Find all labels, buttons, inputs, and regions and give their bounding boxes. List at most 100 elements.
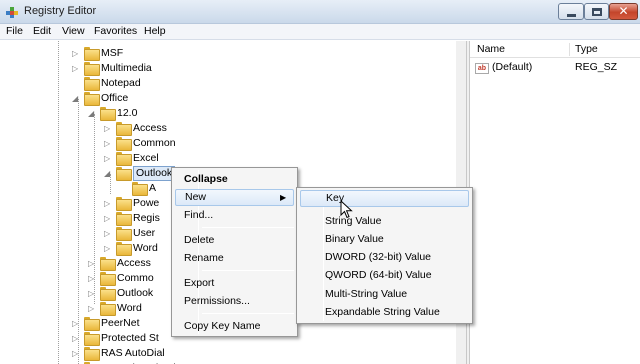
menu-item-copy-key-name[interactable]: Copy Key Name (175, 318, 294, 335)
tree-item-label: Common (133, 137, 176, 149)
tree-expander-icon[interactable] (72, 78, 81, 89)
tree-item-label: Protected St (101, 332, 159, 344)
menu-item-permissions[interactable]: Permissions... (175, 293, 294, 310)
tree-expander-icon[interactable]: ◢ (72, 93, 81, 104)
context-menu: Collapse New ▶ Find... Delete Rename Exp… (171, 167, 298, 337)
minimize-icon (567, 14, 576, 17)
menu-bar: File Edit View Favorites Help (0, 24, 640, 40)
submenu-item-multi-string-value[interactable]: Multi-String Value (300, 286, 469, 303)
folder-icon (116, 167, 132, 181)
tree-item-label: Word (117, 302, 142, 314)
menu-view[interactable]: View (62, 25, 85, 37)
submenu-item-expandable-string-value[interactable]: Expandable String Value (300, 304, 469, 321)
tree-item-label: Office (101, 92, 129, 104)
tree-expander-icon[interactable]: ▷ (104, 123, 113, 134)
tree-expander-icon[interactable]: ▷ (88, 273, 97, 284)
tree-expander-icon[interactable]: ▷ (104, 243, 113, 254)
folder-icon (100, 107, 116, 121)
menu-separator (202, 270, 294, 271)
folder-icon (84, 77, 100, 91)
folder-icon (84, 92, 100, 106)
menu-item-find[interactable]: Find... (175, 207, 294, 224)
tree-expander-icon[interactable]: ▷ (72, 348, 81, 359)
tree-expander-icon[interactable]: ▷ (72, 318, 81, 329)
column-name-header[interactable]: Name (477, 41, 505, 58)
tree-expander-icon[interactable]: ▷ (72, 63, 81, 74)
menu-separator (202, 313, 294, 314)
values-pane[interactable]: Name Type ab (Default) REG_SZ (470, 41, 640, 364)
tree-expander-icon[interactable]: ▷ (104, 228, 113, 239)
tree-expander-icon[interactable]: ◢ (88, 108, 97, 119)
column-separator[interactable] (569, 43, 570, 56)
menu-item-export[interactable]: Export (175, 275, 294, 292)
tree-expander-icon[interactable]: ▷ (88, 303, 97, 314)
new-submenu: Key String Value Binary Value DWORD (32-… (296, 187, 473, 324)
close-button[interactable]: ✕ (609, 3, 638, 20)
submenu-item-key[interactable]: Key (300, 190, 469, 207)
menu-item-rename[interactable]: Rename (175, 250, 294, 267)
folder-icon (116, 197, 132, 211)
folder-icon (100, 272, 116, 286)
tree-item-label: Regis (133, 212, 160, 224)
folder-icon (116, 212, 132, 226)
menu-favorites[interactable]: Favorites (94, 25, 137, 37)
tree-item-label: Commo (117, 272, 154, 284)
tree-item-label: A (149, 182, 157, 194)
submenu-item-string-value[interactable]: String Value (300, 213, 469, 230)
tree-item-label: Excel (133, 152, 159, 164)
tree-connector-line (58, 41, 59, 364)
folder-icon (116, 122, 132, 136)
title-bar: Registry Editor ✕ (0, 0, 640, 24)
submenu-arrow-icon: ▶ (280, 193, 287, 202)
folder-icon (100, 287, 116, 301)
tree-expander-icon[interactable]: ▷ (104, 213, 113, 224)
folder-icon (84, 317, 100, 331)
maximize-icon (592, 8, 602, 16)
value-type: REG_SZ (575, 61, 618, 73)
mouse-cursor-icon (340, 200, 353, 219)
submenu-item-dword-value[interactable]: DWORD (32-bit) Value (300, 249, 469, 266)
tree-expander-icon[interactable]: ▷ (88, 258, 97, 269)
submenu-item-binary-value[interactable]: Binary Value (300, 231, 469, 248)
string-value-icon: ab (475, 63, 489, 74)
tree-item-label: Word (133, 242, 158, 254)
tree-expander-icon[interactable]: ◢ (104, 168, 113, 179)
menu-item-new-label: New (185, 191, 207, 203)
maximize-button[interactable] (584, 3, 609, 20)
tree-item-label: Multimedia (101, 62, 152, 74)
tree-expander-icon[interactable] (120, 183, 129, 194)
tree-item-label: Outlook (117, 287, 154, 299)
column-type-header[interactable]: Type (575, 41, 598, 58)
values-header: Name Type (470, 41, 640, 58)
tree-item-label-selected: Outlook (133, 166, 176, 181)
folder-icon (100, 257, 116, 271)
folder-icon (84, 347, 100, 361)
menu-help[interactable]: Help (144, 25, 166, 37)
tree-item-label: Access (117, 257, 151, 269)
tree-expander-icon[interactable]: ▷ (72, 333, 81, 344)
tree-item-label: Access (133, 122, 167, 134)
menu-item-new[interactable]: New ▶ (175, 189, 294, 206)
tree-expander-icon[interactable]: ▷ (104, 198, 113, 209)
tree-item-label: PeerNet (101, 317, 140, 329)
folder-icon (116, 227, 132, 241)
folder-icon (84, 332, 100, 346)
close-icon: ✕ (618, 4, 629, 18)
tree-expander-icon[interactable]: ▷ (72, 48, 81, 59)
folder-icon (116, 137, 132, 151)
registry-editor-icon (6, 7, 18, 18)
submenu-item-qword-value[interactable]: QWORD (64-bit) Value (300, 267, 469, 284)
value-name: (Default) (492, 61, 533, 73)
menu-item-delete[interactable]: Delete (175, 232, 294, 249)
menu-edit[interactable]: Edit (33, 25, 51, 37)
tree-item-label: Powe (133, 197, 160, 209)
minimize-button[interactable] (558, 3, 584, 20)
tree-expander-icon[interactable]: ▷ (88, 288, 97, 299)
folder-icon (84, 62, 100, 76)
tree-expander-icon[interactable]: ▷ (104, 138, 113, 149)
tree-expander-icon[interactable]: ▷ (104, 153, 113, 164)
menu-item-collapse[interactable]: Collapse (175, 171, 294, 188)
menu-file[interactable]: File (6, 25, 23, 37)
folder-icon (100, 302, 116, 316)
menu-separator (202, 227, 294, 228)
